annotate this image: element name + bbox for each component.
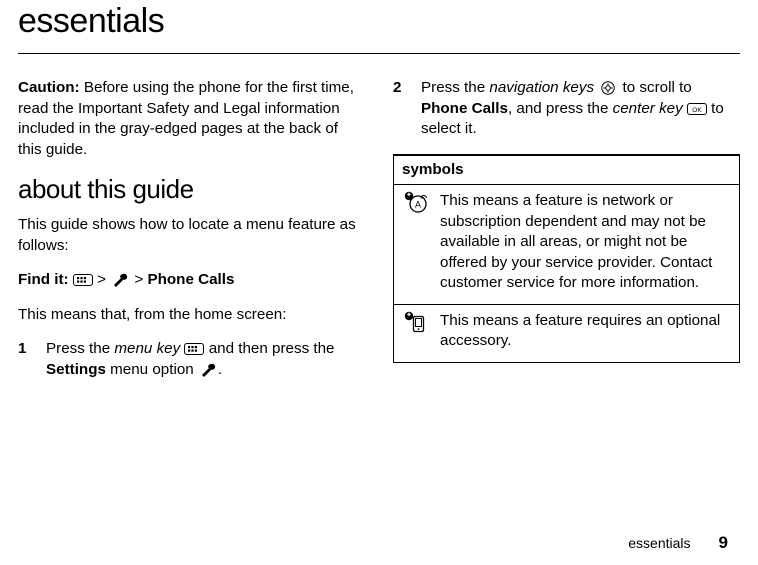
step-1-text: Press the menu key and then press the Se… [46, 339, 365, 380]
step1-c: menu option [106, 361, 198, 378]
means-line: This means that, from the home screen: [18, 305, 365, 326]
svg-text:OK: OK [692, 106, 702, 113]
find-it-label: Find it: [18, 271, 69, 288]
step1-b: and then press the [204, 340, 334, 357]
find-it-phonecalls: Phone Calls [148, 271, 235, 288]
step-list-right: 2 Press the navigation keys to scroll to… [393, 78, 740, 140]
symbols-header: symbols [394, 155, 740, 185]
step-list-left: 1 Press the menu key and then press the … [18, 339, 365, 380]
network-dependent-icon: A [404, 191, 428, 213]
step1-a: Press the [46, 340, 114, 357]
center-key-icon: OK [687, 102, 707, 116]
find-it-sep1: > [97, 271, 110, 288]
settings-term: Settings [46, 361, 106, 378]
symbol-desc-accessory: This means a feature requires an optiona… [432, 304, 740, 362]
find-it-line: Find it: > > Phone Calls [18, 270, 365, 291]
step-2: 2 Press the navigation keys to scroll to… [393, 78, 740, 140]
menu-key-term: menu key [114, 340, 180, 357]
page-footer: essentials 9 [628, 533, 728, 553]
footer-page-number: 9 [719, 533, 728, 553]
about-intro: This guide shows how to locate a menu fe… [18, 215, 365, 256]
svg-text:A: A [415, 200, 421, 210]
find-it-sep2: > [134, 271, 147, 288]
content-columns: Caution: Before using the phone for the … [18, 78, 740, 390]
navigation-key-icon [598, 81, 618, 95]
step-1: 1 Press the menu key and then press the … [18, 339, 365, 380]
step2-c: , and press the [508, 100, 613, 117]
settings-tools-icon [198, 363, 218, 377]
left-column: Caution: Before using the phone for the … [18, 78, 365, 390]
symbol-desc-network: This means a feature is network or subsc… [432, 185, 740, 305]
right-column: 2 Press the navigation keys to scroll to… [393, 78, 740, 390]
page-title: essentials [18, 0, 740, 54]
menu-key-icon [184, 342, 204, 356]
menu-key-icon [73, 273, 93, 287]
step2-b: to scroll to [618, 79, 691, 96]
section-heading-about: about this guide [18, 174, 365, 205]
symbol-cell-accessory [394, 304, 433, 362]
footer-section-label: essentials [628, 535, 690, 551]
navkeys-term: navigation keys [489, 79, 594, 96]
step-2-text: Press the navigation keys to scroll to P… [421, 78, 740, 140]
caution-label: Caution: [18, 79, 80, 96]
phonecalls-term: Phone Calls [421, 100, 508, 117]
centerkey-term: center key [613, 100, 683, 117]
symbol-cell-network: A [394, 185, 433, 305]
step1-d: . [218, 361, 222, 378]
step-2-number: 2 [393, 78, 407, 140]
table-row: This means a feature requires an optiona… [394, 304, 740, 362]
settings-tools-icon [110, 273, 130, 287]
step-1-number: 1 [18, 339, 32, 380]
optional-accessory-icon [404, 311, 428, 333]
step2-a: Press the [421, 79, 489, 96]
caution-paragraph: Caution: Before using the phone for the … [18, 78, 365, 160]
symbols-table: symbols A This means a [393, 154, 740, 363]
table-row: A This means a feature is network or sub… [394, 185, 740, 305]
